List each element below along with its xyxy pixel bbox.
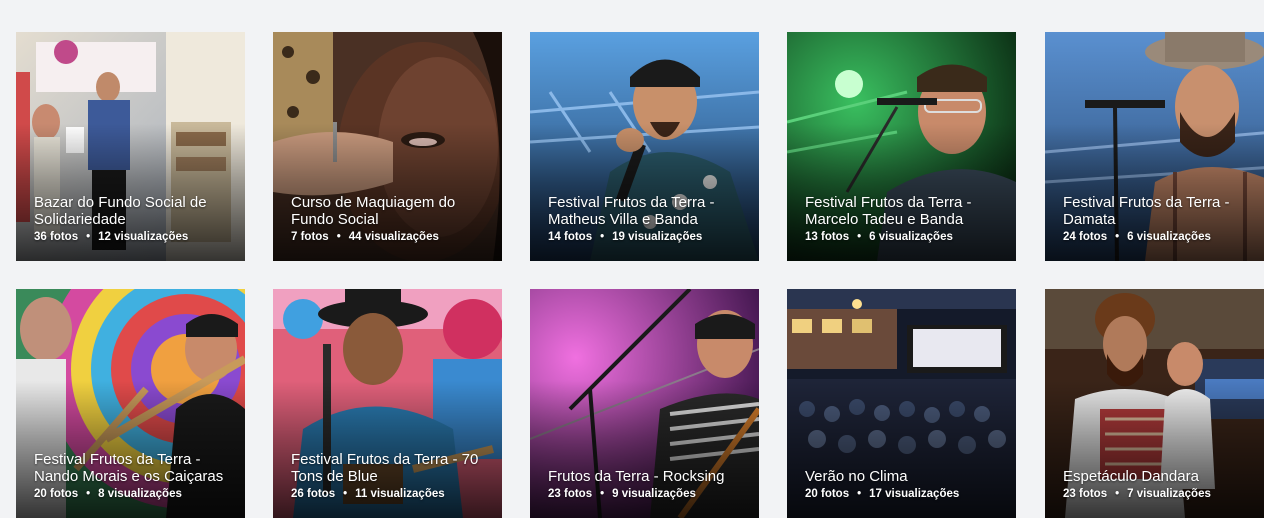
album-gallery: Bazar do Fundo Social de Solidariedade 3… xyxy=(0,0,1264,518)
view-count: 6 visualizações xyxy=(1127,231,1211,243)
album-meta: 20 fotos • 8 visualizações xyxy=(34,488,237,500)
photo-count: 23 fotos xyxy=(548,488,593,500)
album-card[interactable]: Festival Frutos da Terra - 70 Tons de Bl… xyxy=(273,289,502,518)
album-meta: 26 fotos • 11 visualizações xyxy=(291,488,494,500)
view-count: 19 visualizações xyxy=(612,231,703,243)
album-caption: Frutos da Terra - Rocksing 23 fotos • 9 vi… xyxy=(548,468,751,500)
photo-count: 20 fotos xyxy=(34,488,79,500)
separator-dot: • xyxy=(1115,231,1120,243)
view-count: 9 visualizações xyxy=(612,488,696,500)
separator-dot: • xyxy=(343,488,348,500)
photo-count: 13 fotos xyxy=(805,231,850,243)
album-caption: Festival Frutos da Terra - 70 Tons de Bl… xyxy=(291,451,494,500)
album-caption: Bazar do Fundo Social de Solidariedade 3… xyxy=(34,194,237,243)
album-title[interactable]: Festival Frutos da Terra - Marcelo Tadeu… xyxy=(805,194,1008,228)
album-card[interactable]: Festival Frutos da Terra - Matheus Villa… xyxy=(530,32,759,261)
album-caption: Espetáculo Dandara 23 fotos • 7 visualizaç… xyxy=(1063,468,1264,500)
album-caption: Curso de Maquiagem do Fundo Social 7 fot… xyxy=(291,194,494,243)
photo-count: 14 fotos xyxy=(548,231,593,243)
album-title[interactable]: Festival Frutos da Terra - Matheus Villa… xyxy=(548,194,751,228)
album-caption: Festival Frutos da Terra - Damata 24 fot… xyxy=(1063,194,1264,243)
album-card[interactable]: Verão no Clima 20 fotos • 17 visualizações xyxy=(787,289,1016,518)
album-title[interactable]: Festival Frutos da Terra - 70 Tons de Bl… xyxy=(291,451,494,485)
view-count: 6 visualizações xyxy=(869,231,953,243)
photo-count: 26 fotos xyxy=(291,488,336,500)
separator-dot: • xyxy=(600,488,605,500)
separator-dot: • xyxy=(1115,488,1120,500)
view-count: 44 visualizações xyxy=(348,231,439,243)
photo-count: 23 fotos xyxy=(1063,488,1108,500)
album-meta: 23 fotos • 9 visualizações xyxy=(548,488,751,500)
view-count: 11 visualizações xyxy=(355,488,445,500)
separator-dot: • xyxy=(600,231,605,243)
album-title[interactable]: Frutos da Terra - Rocksing xyxy=(548,468,751,485)
album-meta: 36 fotos • 12 visualizações xyxy=(34,231,237,243)
album-card[interactable]: Curso de Maquiagem do Fundo Social 7 fot… xyxy=(273,32,502,261)
album-title[interactable]: Espetáculo Dandara xyxy=(1063,468,1264,485)
album-caption: Festival Frutos da Terra - Marcelo Tadeu… xyxy=(805,194,1008,243)
separator-dot: • xyxy=(86,488,91,500)
album-caption: Festival Frutos da Terra - Nando Morais … xyxy=(34,451,237,500)
separator-dot: • xyxy=(857,488,862,500)
album-title[interactable]: Verão no Clima xyxy=(805,468,1008,485)
album-meta: 20 fotos • 17 visualizações xyxy=(805,488,1008,500)
view-count: 7 visualizações xyxy=(1127,488,1211,500)
album-title[interactable]: Curso de Maquiagem do Fundo Social xyxy=(291,194,494,228)
album-meta: 14 fotos • 19 visualizações xyxy=(548,231,751,243)
album-meta: 7 fotos • 44 visualizações xyxy=(291,231,494,243)
album-card[interactable]: Festival Frutos da Terra - Nando Morais … xyxy=(16,289,245,518)
view-count: 12 visualizações xyxy=(98,231,189,243)
separator-dot: • xyxy=(336,231,341,243)
photo-count: 36 fotos xyxy=(34,231,79,243)
view-count: 17 visualizações xyxy=(869,488,960,500)
album-meta: 13 fotos • 6 visualizações xyxy=(805,231,1008,243)
album-meta: 24 fotos • 6 visualizações xyxy=(1063,231,1264,243)
album-caption: Festival Frutos da Terra - Matheus Villa… xyxy=(548,194,751,243)
photo-count: 7 fotos xyxy=(291,231,329,243)
album-title[interactable]: Bazar do Fundo Social de Solidariedade xyxy=(34,194,237,228)
album-title[interactable]: Festival Frutos da Terra - Nando Morais … xyxy=(34,451,237,485)
separator-dot: • xyxy=(86,231,91,243)
album-title[interactable]: Festival Frutos da Terra - Damata xyxy=(1063,194,1264,228)
album-card[interactable]: Festival Frutos da Terra - Damata 24 fot… xyxy=(1045,32,1264,261)
separator-dot: • xyxy=(857,231,862,243)
album-card[interactable]: Espetáculo Dandara 23 fotos • 7 visualizaç… xyxy=(1045,289,1264,518)
album-caption: Verão no Clima 20 fotos • 17 visualizações xyxy=(805,468,1008,500)
view-count: 8 visualizações xyxy=(98,488,182,500)
album-card[interactable]: Frutos da Terra - Rocksing 23 fotos • 9 vi… xyxy=(530,289,759,518)
photo-count: 20 fotos xyxy=(805,488,850,500)
photo-count: 24 fotos xyxy=(1063,231,1108,243)
album-meta: 23 fotos • 7 visualizações xyxy=(1063,488,1264,500)
album-card[interactable]: Festival Frutos da Terra - Marcelo Tadeu… xyxy=(787,32,1016,261)
album-card[interactable]: Bazar do Fundo Social de Solidariedade 3… xyxy=(16,32,245,261)
